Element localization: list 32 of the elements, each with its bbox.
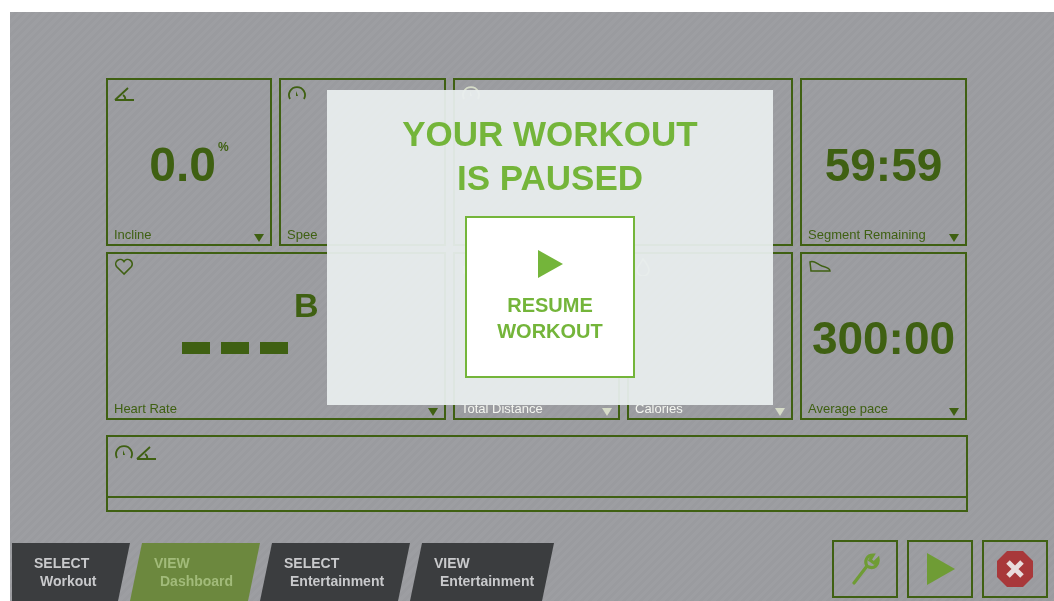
play-icon xyxy=(537,250,563,278)
metric-label: Incline xyxy=(114,227,152,242)
dropdown-caret-icon[interactable] xyxy=(254,234,264,242)
settings-button[interactable] xyxy=(832,540,898,598)
metric-label: Calories xyxy=(635,401,683,416)
dropdown-caret-icon[interactable] xyxy=(602,408,612,416)
stop-button[interactable] xyxy=(982,540,1048,598)
close-icon xyxy=(996,550,1034,588)
incline-icon xyxy=(114,84,136,102)
metric-label: Total Distance xyxy=(461,401,543,416)
metric-label: Segment Remaining xyxy=(808,227,926,242)
paused-title: YOUR WORKOUT IS PAUSED xyxy=(401,113,699,199)
heart-icon xyxy=(114,258,134,276)
incline-icon xyxy=(136,443,158,461)
play-button[interactable] xyxy=(907,540,973,598)
dropdown-caret-icon[interactable] xyxy=(428,408,438,416)
nav-tab[interactable]: VIEW Entertainment xyxy=(410,543,554,601)
metric-value: 0.0$^{%}$ xyxy=(149,140,229,189)
wrench-icon xyxy=(850,552,880,586)
play-icon xyxy=(925,553,955,585)
dropdown-caret-icon[interactable] xyxy=(949,234,959,242)
metric-label: Spee xyxy=(287,227,318,242)
metric-value: 59:59 xyxy=(824,141,943,188)
metric-label: Heart Rate xyxy=(114,401,177,416)
nav-tab[interactable]: SELECT Entertainment xyxy=(260,543,410,601)
shoe-icon xyxy=(808,258,832,274)
dropdown-caret-icon[interactable] xyxy=(775,408,785,416)
metric-label: Average pace xyxy=(808,401,888,416)
dropdown-caret-icon[interactable] xyxy=(949,408,959,416)
metric-value: 300:00 xyxy=(811,314,956,361)
nav-tab[interactable]: SELECT Workout xyxy=(12,543,130,601)
bpm-unit: B xyxy=(294,286,319,325)
